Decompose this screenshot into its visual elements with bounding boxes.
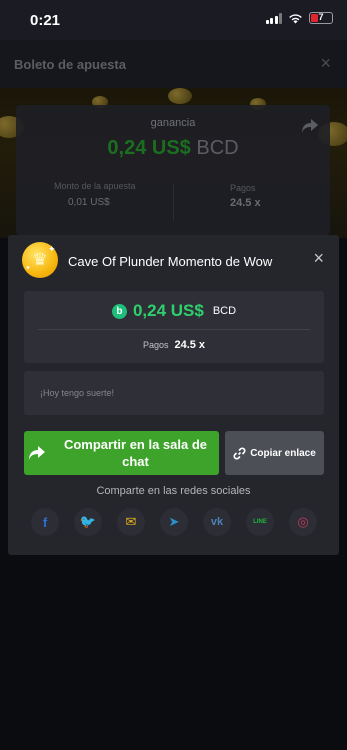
status-icons: 7 (265, 12, 333, 24)
message-input[interactable]: ¡Hoy tengo suerte! (24, 371, 324, 415)
bg-payouts-label: Pagos (230, 183, 256, 193)
copy-link-button[interactable]: Copiar enlace (225, 431, 324, 475)
bcd-coin-icon: b (111, 303, 127, 319)
payouts-row: Pagos 24.5 x (24, 339, 324, 351)
share-chat-label: Compartir en la sala de chat (63, 437, 208, 469)
bg-payouts-value: 24.5 x (230, 197, 261, 209)
social-share-label: Comparte en las redes sociales (96, 485, 251, 497)
vk-icon[interactable]: vk (203, 508, 231, 536)
status-time: 0:21 (30, 12, 61, 29)
bg-share-icon[interactable] (302, 119, 318, 133)
modal-header: ♛ ✦ ✦ Cave Of Plunder Momento de Wow × (8, 235, 339, 285)
win-amount: 0,24 US$ (132, 301, 204, 320)
bg-gain-amount: 0,24 US$ BCD (107, 137, 239, 159)
instagram-icon[interactable]: ◎ (289, 508, 317, 536)
modal-title: Cave Of Plunder Momento de Wow (68, 254, 273, 269)
share-win-modal: ♛ ✦ ✦ Cave Of Plunder Momento de Wow × b… (8, 235, 339, 555)
social-icons-row: f 🐦 ✉ ➤ vk LINE ◎ (31, 508, 317, 536)
bg-result-card: ganancia 0,24 US$ BCD Monto de la apuest… (16, 105, 330, 235)
signal-icon (265, 12, 282, 24)
copy-link-label: Copiar enlace (250, 447, 316, 459)
bg-page-title: Boleto de apuesta (14, 57, 126, 72)
telegram-icon[interactable]: ➤ (160, 508, 188, 536)
message-placeholder: ¡Hoy tengo suerte! (40, 388, 115, 398)
card-divider (38, 329, 310, 330)
bg-bet-amount: 0,01 US$ (68, 197, 110, 208)
battery-icon: 7 (309, 12, 333, 24)
bg-gain-label: ganancia (150, 117, 196, 129)
battery-level: 7 (318, 12, 324, 22)
share-arrow-icon (29, 446, 45, 460)
email-icon[interactable]: ✉ (117, 508, 145, 536)
bg-close-icon[interactable]: × (320, 53, 331, 74)
payouts-label: Pagos (142, 340, 169, 350)
close-icon[interactable]: × (313, 248, 324, 269)
line-icon[interactable]: LINE (246, 508, 274, 536)
wifi-icon (289, 13, 302, 23)
bg-header: Boleto de apuesta × (0, 40, 347, 88)
win-summary-card: b 0,24 US$ BCD Pagos 24.5 x (24, 291, 324, 363)
bg-bet-label: Monto de la apuesta (54, 181, 136, 191)
share-chat-button[interactable]: Compartir en la sala de chat (24, 431, 219, 475)
twitter-icon[interactable]: 🐦 (74, 508, 102, 536)
crown-badge-icon: ♛ ✦ ✦ (22, 242, 58, 278)
link-icon (233, 447, 246, 459)
win-amount-row: b 0,24 US$ BCD (24, 301, 324, 321)
status-bar: 0:21 7 (0, 0, 347, 40)
win-currency: BCD (212, 305, 237, 317)
payouts-value: 24.5 x (174, 339, 206, 351)
facebook-icon[interactable]: f (31, 508, 59, 536)
bg-divider (173, 183, 174, 221)
